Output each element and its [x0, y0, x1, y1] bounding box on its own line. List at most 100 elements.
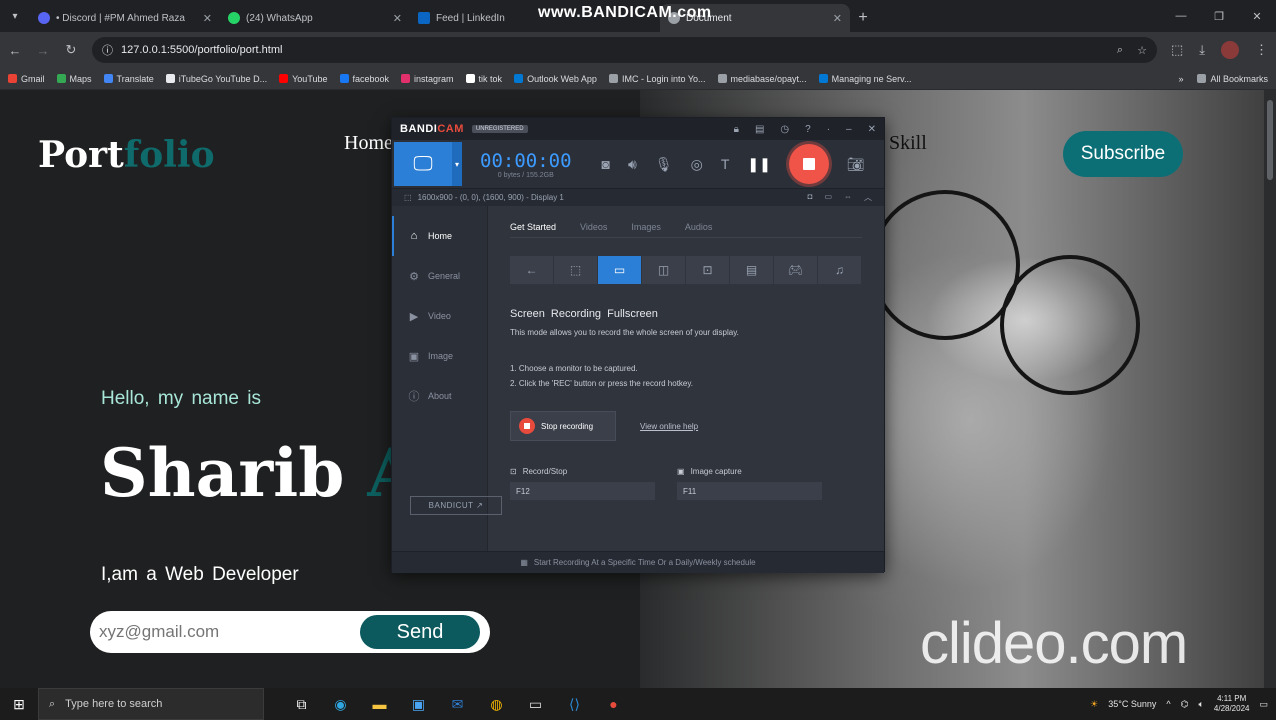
back-arrow-icon[interactable]: ← [510, 256, 554, 284]
edge-icon[interactable]: ◉ [321, 688, 360, 720]
mode-dropdown-icon[interactable]: ▾ [452, 142, 462, 186]
tab-videos[interactable]: Videos [580, 222, 619, 232]
bookmark-gmail[interactable]: Gmail [8, 74, 45, 84]
select-area-icon[interactable]: ⊡ [686, 256, 730, 284]
capture-hotkey-field[interactable]: F11 [677, 482, 822, 500]
fullscreen-mode-icon[interactable]: ▭ [598, 256, 642, 284]
bookmark-mediabase[interactable]: mediabase/opayt... [717, 74, 807, 84]
site-logo[interactable]: Portfolio [38, 134, 215, 176]
weather-text[interactable]: 35°C Sunny [1108, 699, 1156, 709]
audio-only-icon[interactable]: ♫ [818, 256, 862, 284]
bookmark-instagram[interactable]: instagram [401, 74, 454, 84]
subscribe-button[interactable]: Subscribe [1063, 131, 1183, 177]
bookmark-youtube[interactable]: YouTube [279, 74, 328, 84]
extensions-icon[interactable]: ⬚ [1171, 42, 1183, 58]
game-recording-icon[interactable]: 🎮︎ [774, 256, 818, 284]
taskbar-clock[interactable]: 4:11 PM 4/28/2024 [1214, 694, 1250, 714]
vscode-icon[interactable]: ⟨⟩ [555, 688, 594, 720]
tab-audios[interactable]: Audios [685, 222, 725, 232]
zoom-icon[interactable]: ⌕ [1117, 44, 1123, 57]
bookmark-tiktok[interactable]: tik tok [465, 74, 502, 84]
lock-icon[interactable]: 🔒︎ [734, 124, 739, 135]
close-icon[interactable]: ✕ [868, 124, 876, 135]
close-window-icon[interactable]: ✕ [1238, 0, 1276, 32]
close-icon[interactable]: ✕ [393, 12, 402, 25]
sidebar-item-about[interactable]: ⓘ About [392, 376, 487, 416]
sidebar-item-image[interactable]: ▣ Image [392, 336, 487, 376]
tab-discord[interactable]: • Discord | #PM Ahmed Raza ✕ [30, 4, 220, 32]
stop-record-button[interactable] [788, 144, 829, 184]
chrome-icon[interactable]: ◍ [477, 688, 516, 720]
send-button[interactable]: Send [360, 615, 480, 649]
tray-up-icon[interactable]: ^ [1166, 699, 1170, 709]
clock-icon[interactable]: ◷ [780, 124, 789, 135]
resize-icon[interactable]: ⇔ [844, 192, 852, 203]
around-mouse-icon[interactable]: ◫ [642, 256, 686, 284]
folder-icon[interactable]: ▤ [755, 124, 764, 135]
back-icon[interactable]: ← [8, 43, 22, 58]
bookmark-itubego[interactable]: iTubeGo YouTube D... [165, 74, 267, 84]
sidebar-item-video[interactable]: ▶ Video [392, 296, 487, 336]
bandicut-button[interactable]: BANDICUT ↗ [410, 496, 502, 515]
windows-start-icon[interactable]: ⊞ [0, 688, 38, 720]
tab-images[interactable]: Images [631, 222, 673, 232]
file-explorer-icon[interactable]: ▬ [360, 688, 399, 720]
bandicam-taskbar-icon[interactable]: ● [594, 688, 633, 720]
close-icon[interactable]: ✕ [833, 12, 842, 25]
window-icon[interactable]: ▭ [824, 192, 832, 203]
pause-icon[interactable]: ❚❚ [747, 156, 770, 173]
reload-icon[interactable]: ↻ [64, 42, 78, 58]
minimize-icon[interactable]: – [846, 124, 852, 135]
taskbar-search[interactable]: ⌕ Type here to search [38, 688, 264, 720]
email-input[interactable] [99, 619, 349, 645]
store-icon[interactable]: ▣ [399, 688, 438, 720]
notifications-icon[interactable]: ▭ [1259, 699, 1268, 710]
all-bookmarks[interactable]: All Bookmarks [1197, 74, 1268, 84]
close-icon[interactable]: ✕ [203, 12, 212, 25]
forward-icon[interactable]: → [36, 43, 50, 58]
nav-skill[interactable]: Skill [889, 132, 927, 155]
microphone-icon[interactable]: 🎙︎ [655, 156, 673, 173]
nav-home[interactable]: Home [344, 132, 393, 155]
device-recording-icon[interactable]: ▤ [730, 256, 774, 284]
more-bookmarks-icon[interactable]: » [1178, 74, 1183, 84]
speaker-icon[interactable]: 🔊︎ [628, 156, 637, 173]
site-info-icon[interactable]: ⓘ [102, 42, 113, 58]
bookmark-star-icon[interactable]: ☆ [1137, 44, 1147, 57]
collapse-up-icon[interactable]: ︿ [864, 192, 872, 203]
page-scrollbar[interactable] [1264, 90, 1276, 688]
new-tab-button[interactable]: + [850, 4, 876, 32]
mail-icon[interactable]: ✉ [438, 688, 477, 720]
bookmark-managing[interactable]: Managing ne Serv... [818, 74, 911, 84]
network-icon[interactable]: ⌬ [1181, 699, 1189, 710]
sidebar-item-home[interactable]: ⌂ Home [392, 216, 487, 256]
sidebar-item-general[interactable]: ⚙ General [392, 256, 487, 296]
text-icon[interactable]: T [721, 156, 730, 172]
terminal-icon[interactable]: ▭ [516, 688, 555, 720]
camera-icon[interactable]: 📷︎ [847, 156, 865, 173]
bookmark-translate[interactable]: Translate [103, 74, 154, 84]
bookmark-imc[interactable]: IMC - Login into Yo... [608, 74, 706, 84]
minimize-icon[interactable]: — [1162, 0, 1200, 32]
volume-icon[interactable]: 🔈︎ [1198, 699, 1203, 710]
webcam-icon[interactable]: ◙ [602, 156, 610, 172]
rectangle-mode-icon[interactable]: ⬚ [554, 256, 598, 284]
record-hotkey-field[interactable]: F12 [510, 482, 655, 500]
bookmark-maps[interactable]: Maps [56, 74, 92, 84]
task-view-icon[interactable]: ⧉ [282, 688, 321, 720]
download-icon[interactable]: ⤓ [1199, 42, 1205, 58]
camera-small-icon[interactable]: ◘ [808, 192, 813, 203]
address-bar[interactable]: ⓘ 127.0.0.1:5500/portfolio/port.html ⌕ ☆ [92, 37, 1157, 63]
fullscreen-mode-button[interactable]: 🖵︎ [394, 142, 452, 186]
restore-icon[interactable]: ❐ [1200, 0, 1238, 32]
bookmark-outlook[interactable]: Outlook Web App [514, 74, 597, 84]
bookmark-facebook[interactable]: facebook [339, 74, 389, 84]
cursor-effect-icon[interactable]: ◎ [691, 156, 703, 173]
collapse-icon[interactable]: · [827, 124, 830, 135]
stop-recording-button[interactable]: Stop recording [510, 411, 616, 441]
scrollbar-thumb[interactable] [1267, 100, 1273, 180]
profile-avatar[interactable] [1221, 41, 1239, 59]
help-icon[interactable]: ? [805, 124, 811, 135]
tab-get-started[interactable]: Get Started [510, 222, 568, 232]
tab-search-icon[interactable]: ▾ [0, 0, 30, 32]
